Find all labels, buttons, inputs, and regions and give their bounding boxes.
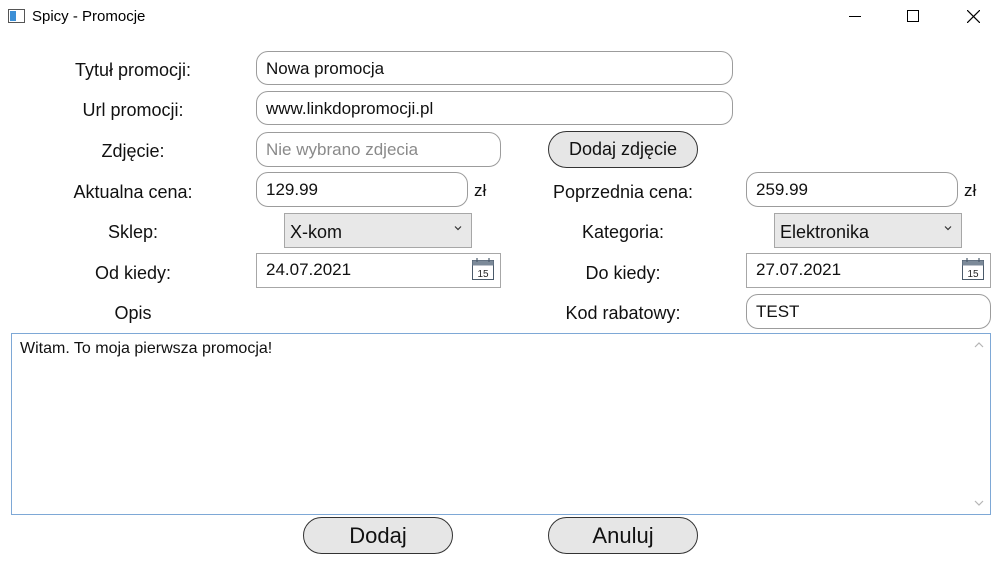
app-window-icon [8,9,25,23]
category-label: Kategoria: [581,222,665,242]
end-date-label: Do kiedy: [585,263,661,283]
scroll-down-icon[interactable] [974,499,984,507]
minimize-icon [849,16,861,17]
description-label: Opis [114,303,152,323]
add-photo-button[interactable]: Dodaj zdjęcie [548,131,698,168]
calendar-day-text: 15 [967,269,979,280]
photo-label: Zdjęcie: [101,141,165,161]
shop-label: Sklep: [107,222,159,242]
current-price-input[interactable]: 129.99 [256,172,468,207]
start-date-label: Od kiedy: [94,263,172,283]
close-button[interactable] [950,0,996,32]
end-date-value: 27.07.2021 [756,260,842,279]
description-text: Witam. To moja pierwsza promocja! [20,340,273,357]
discount-code-input[interactable]: TEST [746,294,991,329]
description-scrollbar[interactable] [969,335,989,513]
calendar-icon[interactable]: 15 [961,257,985,281]
category-select-value: Elektronika [780,222,870,242]
shop-select[interactable]: X-kom [284,213,472,248]
previous-price-label: Poprzednia cena: [552,182,694,202]
previous-price-input[interactable]: 259.99 [746,172,958,207]
photo-path-field[interactable]: Nie wybrano zdjecia [256,132,501,167]
previous-price-currency: zł [964,181,977,200]
add-button[interactable]: Dodaj [303,517,453,554]
close-icon [966,9,980,23]
cancel-button[interactable]: Anuluj [548,517,698,554]
end-date-picker[interactable]: 27.07.2021 15 [746,253,991,288]
category-select[interactable]: Elektronika [774,213,962,248]
promotion-url-input[interactable]: www.linkdopromocji.pl [256,91,733,125]
promotion-title-input[interactable]: Nowa promocja [256,51,733,85]
maximize-button[interactable] [890,0,936,32]
current-price-label: Aktualna cena: [73,182,193,202]
start-date-value: 24.07.2021 [266,260,352,279]
maximize-icon [907,10,919,22]
shop-select-value: X-kom [290,222,343,242]
minimize-button[interactable] [832,0,878,32]
promotion-title-label: Tytuł promocji: [74,60,192,80]
calendar-icon[interactable]: 15 [471,257,495,281]
promotion-url-label: Url promocji: [82,100,184,120]
window-title: Spicy - Promocje [32,8,146,25]
discount-code-label: Kod rabatowy: [565,303,681,323]
chevron-down-icon [944,226,952,231]
current-price-currency: zł [474,181,487,200]
scroll-up-icon[interactable] [974,341,984,349]
calendar-day-text: 15 [477,269,489,280]
description-textarea[interactable]: Witam. To moja pierwsza promocja! [11,333,991,515]
chevron-down-icon [454,226,462,231]
start-date-picker[interactable]: 24.07.2021 15 [256,253,501,288]
